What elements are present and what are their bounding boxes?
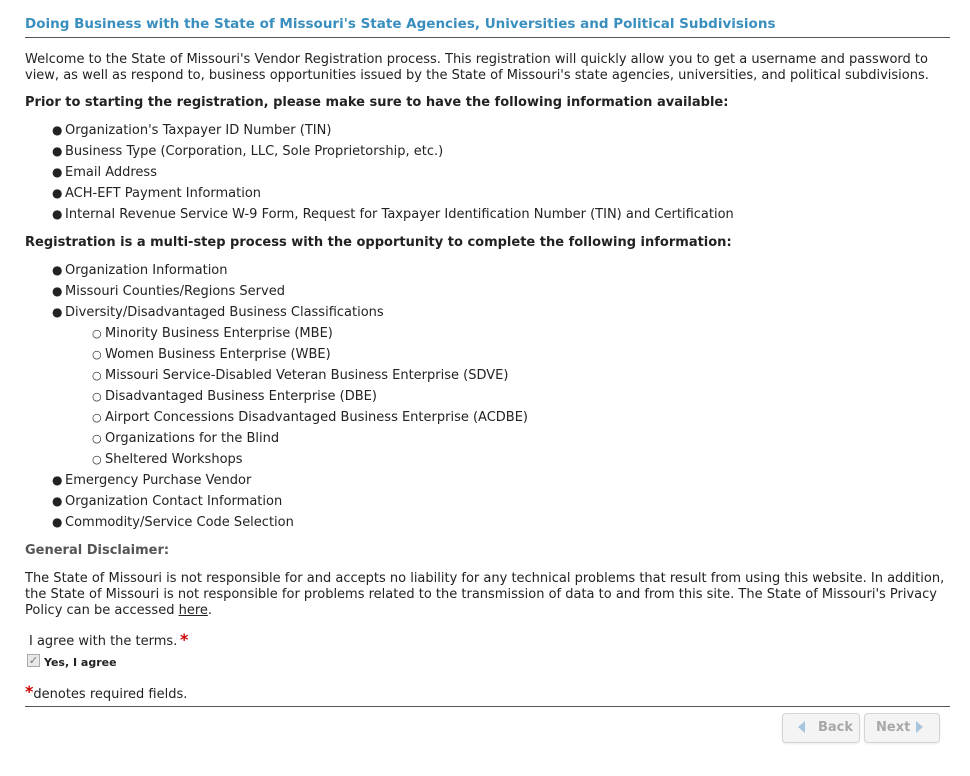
bullet-icon: ●: [52, 207, 63, 221]
bullet-icon: ●: [52, 165, 63, 179]
title-divider: [25, 37, 950, 38]
back-button[interactable]: Back: [782, 713, 860, 743]
bullet-icon: ●: [52, 186, 63, 200]
circle-bullet-icon: ○: [92, 411, 102, 424]
page-title: Doing Business with the State of Missour…: [25, 16, 776, 32]
chevron-right-icon: [916, 721, 923, 733]
steps-heading: Registration is a multi-step process wit…: [25, 235, 732, 250]
privacy-policy-link[interactable]: here: [179, 603, 208, 618]
required-star: *: [180, 630, 189, 649]
agree-terms-label: I agree with the terms.: [29, 634, 178, 649]
bullet-icon: ●: [52, 144, 63, 158]
bullet-icon: ●: [52, 263, 63, 277]
footer-divider: [25, 706, 950, 707]
bullet-icon: ●: [52, 494, 63, 508]
disclaimer-paragraph: The State of Missouri is not responsible…: [25, 571, 945, 618]
agree-checkbox[interactable]: ✓: [27, 654, 40, 667]
chevron-left-icon: [798, 721, 805, 733]
next-button[interactable]: Next: [864, 713, 940, 743]
disclaimer-heading: General Disclaimer:: [25, 543, 170, 558]
agree-checkbox-label[interactable]: Yes, I agree: [44, 656, 117, 669]
bullet-icon: ●: [52, 515, 63, 529]
prerequisites-heading: Prior to starting the registration, plea…: [25, 95, 729, 110]
circle-bullet-icon: ○: [92, 432, 102, 445]
bullet-icon: ●: [52, 473, 63, 487]
circle-bullet-icon: ○: [92, 390, 102, 403]
circle-bullet-icon: ○: [92, 327, 102, 340]
circle-bullet-icon: ○: [92, 453, 102, 466]
circle-bullet-icon: ○: [92, 369, 102, 382]
bullet-icon: ●: [52, 123, 63, 137]
circle-bullet-icon: ○: [92, 348, 102, 361]
required-fields-note: *denotes required fields.: [25, 682, 188, 702]
checkmark-icon: ✓: [28, 654, 39, 667]
bullet-icon: ●: [52, 284, 63, 298]
bullet-icon: ●: [52, 305, 63, 319]
intro-paragraph: Welcome to the State of Missouri's Vendo…: [25, 52, 929, 83]
required-star: *: [25, 682, 34, 701]
